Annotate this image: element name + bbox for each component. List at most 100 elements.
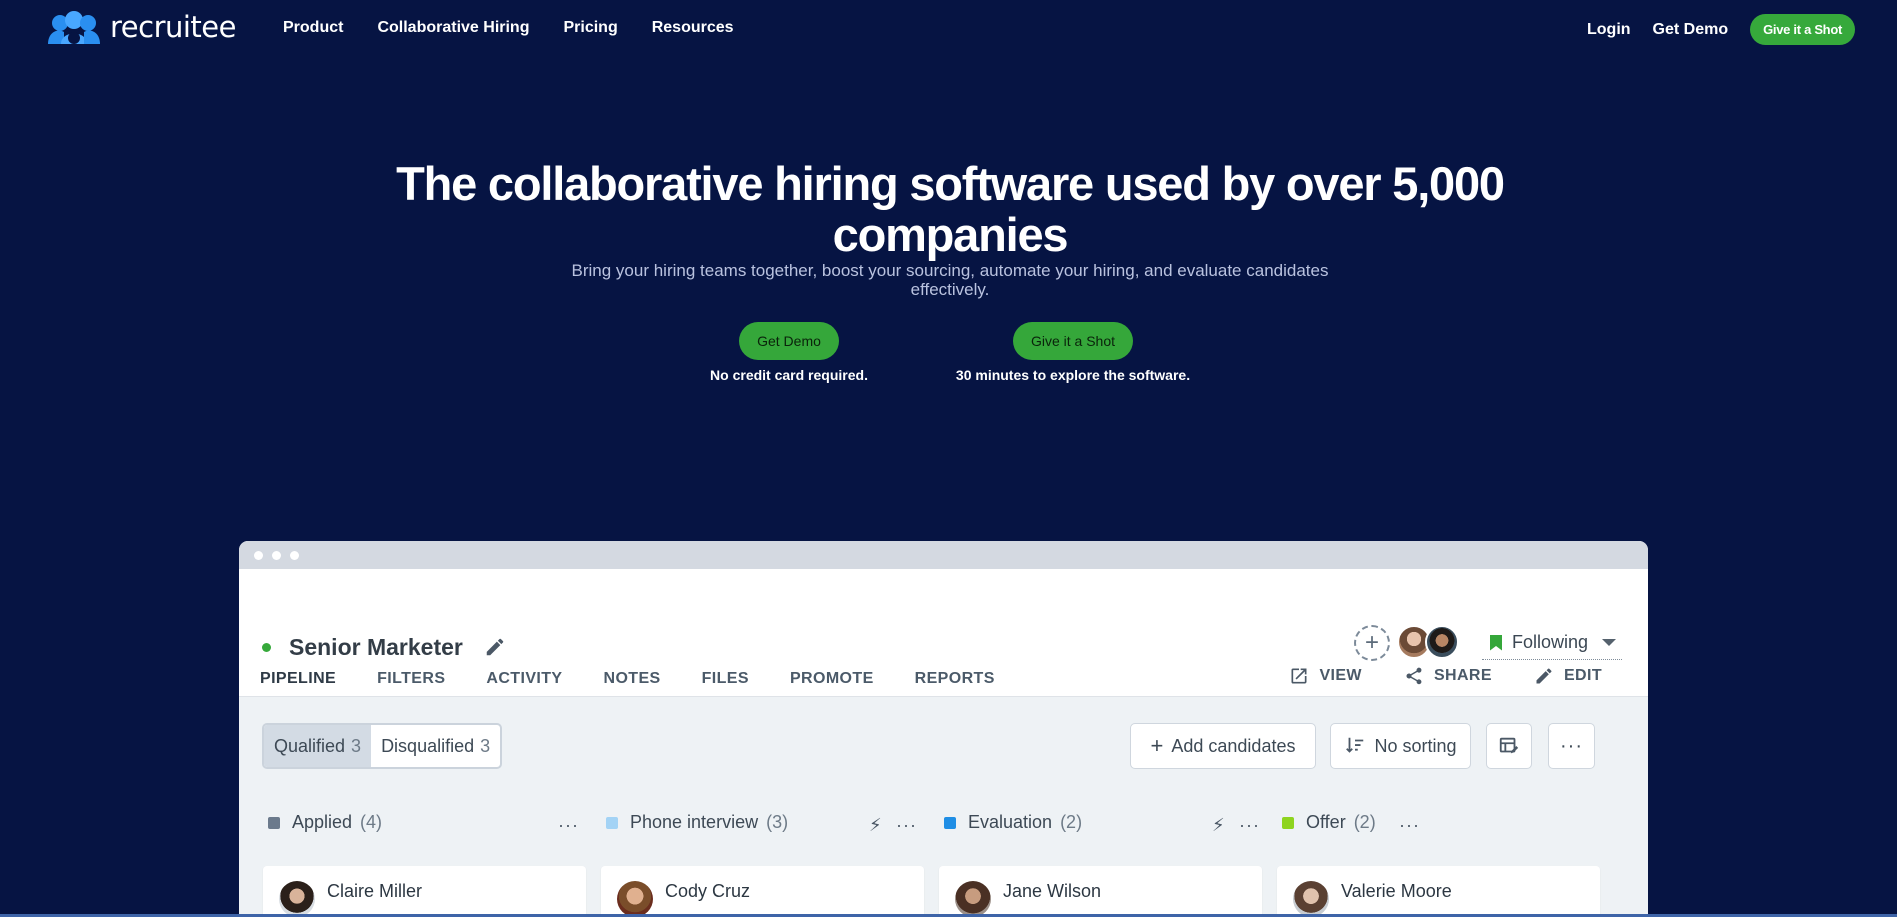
recruitee-logo-icon (48, 11, 100, 44)
nav-link-resources[interactable]: Resources (652, 19, 734, 37)
bookmark-icon (1490, 634, 1502, 651)
candidate-name: Jane Wilson (1003, 881, 1102, 901)
avatar (1425, 625, 1459, 659)
window-dot-icon (272, 550, 281, 560)
hero-title: The collaborative hiring software used b… (396, 157, 1505, 261)
app-preview-window: Senior Marketer + Following PIPELINE FIL… (239, 541, 1648, 917)
nav-link-product[interactable]: Product (283, 19, 343, 37)
table-edit-icon (1499, 737, 1519, 754)
top-navigation: recruitee Product Collaborative Hiring P… (0, 0, 1897, 60)
column-header-phone-interview[interactable]: Phone interview (3) (606, 812, 788, 833)
stage-color-swatch (606, 816, 618, 829)
qualified-count: 3 (351, 735, 362, 756)
hero-subtitle: Bring your hiring teams together, boost … (571, 261, 1329, 299)
qualified-segment[interactable]: Qualified 3 (264, 725, 372, 767)
disqualified-segment[interactable]: Disqualified 3 (371, 725, 500, 767)
avatar (955, 881, 991, 917)
open-external-icon (1291, 668, 1307, 684)
column-more-icon[interactable]: ··· (1239, 815, 1260, 836)
cta-demo-note: No credit card required. (710, 367, 868, 383)
following-label: Following (1512, 632, 1589, 652)
edit-label: EDIT (1563, 667, 1602, 684)
edit-title-pencil-icon[interactable] (484, 636, 506, 658)
window-dot-icon (254, 550, 263, 560)
table-view-button[interactable] (1486, 723, 1532, 769)
column-name: Phone interview (630, 812, 759, 832)
chevron-down-icon (1602, 639, 1617, 646)
column-more-icon[interactable]: ··· (1399, 815, 1420, 836)
column-more-icon[interactable]: ··· (896, 815, 917, 836)
share-label: SHARE (1433, 667, 1492, 684)
brand-name: recruitee (110, 10, 237, 44)
give-it-a-shot-button[interactable]: Give it a Shot (1750, 14, 1855, 45)
primary-nav-links: Product Collaborative Hiring Pricing Res… (283, 19, 734, 37)
job-actions: VIEW SHARE EDIT (1289, 666, 1602, 686)
add-candidates-label: Add candidates (1171, 735, 1296, 756)
column-count: (4) (360, 812, 383, 832)
nav-link-collaborative-hiring[interactable]: Collaborative Hiring (377, 19, 529, 37)
share-icon (1406, 667, 1422, 685)
hero-get-demo-button[interactable]: Get Demo (739, 322, 839, 360)
sorting-label: No sorting (1374, 735, 1457, 756)
plus-icon: + (1150, 733, 1164, 758)
window-titlebar (239, 541, 1648, 569)
more-dots-icon: ··· (1560, 734, 1583, 757)
nav-actions: Login Get Demo Give it a Shot (1587, 14, 1855, 45)
column-count: (2) (1060, 812, 1083, 832)
view-button[interactable]: VIEW (1289, 666, 1362, 686)
avatar (1293, 881, 1329, 917)
candidate-name: Claire Miller (327, 881, 423, 901)
column-count: (2) (1353, 812, 1376, 832)
brand-logo[interactable]: recruitee (46, 10, 237, 44)
column-name: Applied (292, 812, 353, 832)
qualified-toggle: Qualified 3 Disqualified 3 (262, 723, 503, 769)
cta-shot-group: Give it a Shot 30 minutes to explore the… (948, 322, 1198, 383)
plus-icon: + (1364, 629, 1379, 656)
column-header-offer[interactable]: Offer (2) (1282, 812, 1376, 833)
share-button[interactable]: SHARE (1404, 666, 1492, 686)
nav-link-pricing[interactable]: Pricing (563, 19, 617, 37)
following-dropdown[interactable]: Following (1482, 626, 1622, 660)
candidate-name: Valerie Moore (1341, 881, 1452, 901)
pencil-icon (1536, 668, 1552, 684)
stage-color-swatch (1282, 816, 1294, 829)
team-avatars[interactable] (1397, 625, 1459, 659)
candidate-card[interactable]: Valerie Moore (1277, 866, 1600, 917)
column-header-applied[interactable]: Applied (4) (268, 812, 382, 833)
sorting-button[interactable]: No sorting (1330, 723, 1471, 769)
candidate-name: Cody Cruz (665, 881, 751, 901)
cta-shot-note: 30 minutes to explore the software. (955, 367, 1191, 383)
cta-demo-group: Get Demo No credit card required. (700, 322, 878, 383)
column-name: Offer (1306, 812, 1346, 832)
candidate-card[interactable]: Jane Wilson (939, 866, 1262, 917)
stage-color-swatch (944, 816, 956, 829)
qualified-label: Qualified (274, 735, 346, 756)
sort-icon (1346, 737, 1364, 753)
column-name: Evaluation (968, 812, 1053, 832)
automation-bolt-icon[interactable]: ⚡ (869, 815, 883, 836)
automation-bolt-icon[interactable]: ⚡ (1212, 815, 1226, 836)
get-demo-link[interactable]: Get Demo (1653, 21, 1729, 39)
add-team-member-button[interactable]: + (1354, 625, 1390, 661)
column-header-evaluation[interactable]: Evaluation (2) (944, 812, 1082, 833)
disqualified-count: 3 (480, 735, 491, 756)
view-label: VIEW (1319, 667, 1362, 684)
avatar (279, 881, 315, 917)
job-header: Senior Marketer + Following PIPELINE FIL… (239, 569, 1648, 705)
column-count: (3) (766, 812, 789, 832)
candidate-card[interactable]: Claire Miller (263, 866, 586, 917)
column-more-icon[interactable]: ··· (558, 815, 579, 836)
stage-color-swatch (268, 816, 280, 829)
window-dot-icon (290, 550, 299, 560)
login-link[interactable]: Login (1587, 21, 1631, 39)
hero-give-it-a-shot-button[interactable]: Give it a Shot (1012, 322, 1134, 360)
job-title: Senior Marketer (289, 634, 463, 660)
job-status-dot-icon (262, 643, 271, 652)
add-candidates-button[interactable]: + Add candidates (1130, 723, 1316, 769)
disqualified-label: Disqualified (381, 735, 475, 756)
candidate-card[interactable]: Cody Cruz (601, 866, 924, 917)
more-options-button[interactable]: ··· (1548, 723, 1595, 769)
pipeline-board: Qualified 3 Disqualified 3 + Add candida… (239, 697, 1648, 917)
edit-button[interactable]: EDIT (1534, 666, 1602, 686)
avatar (617, 881, 653, 917)
